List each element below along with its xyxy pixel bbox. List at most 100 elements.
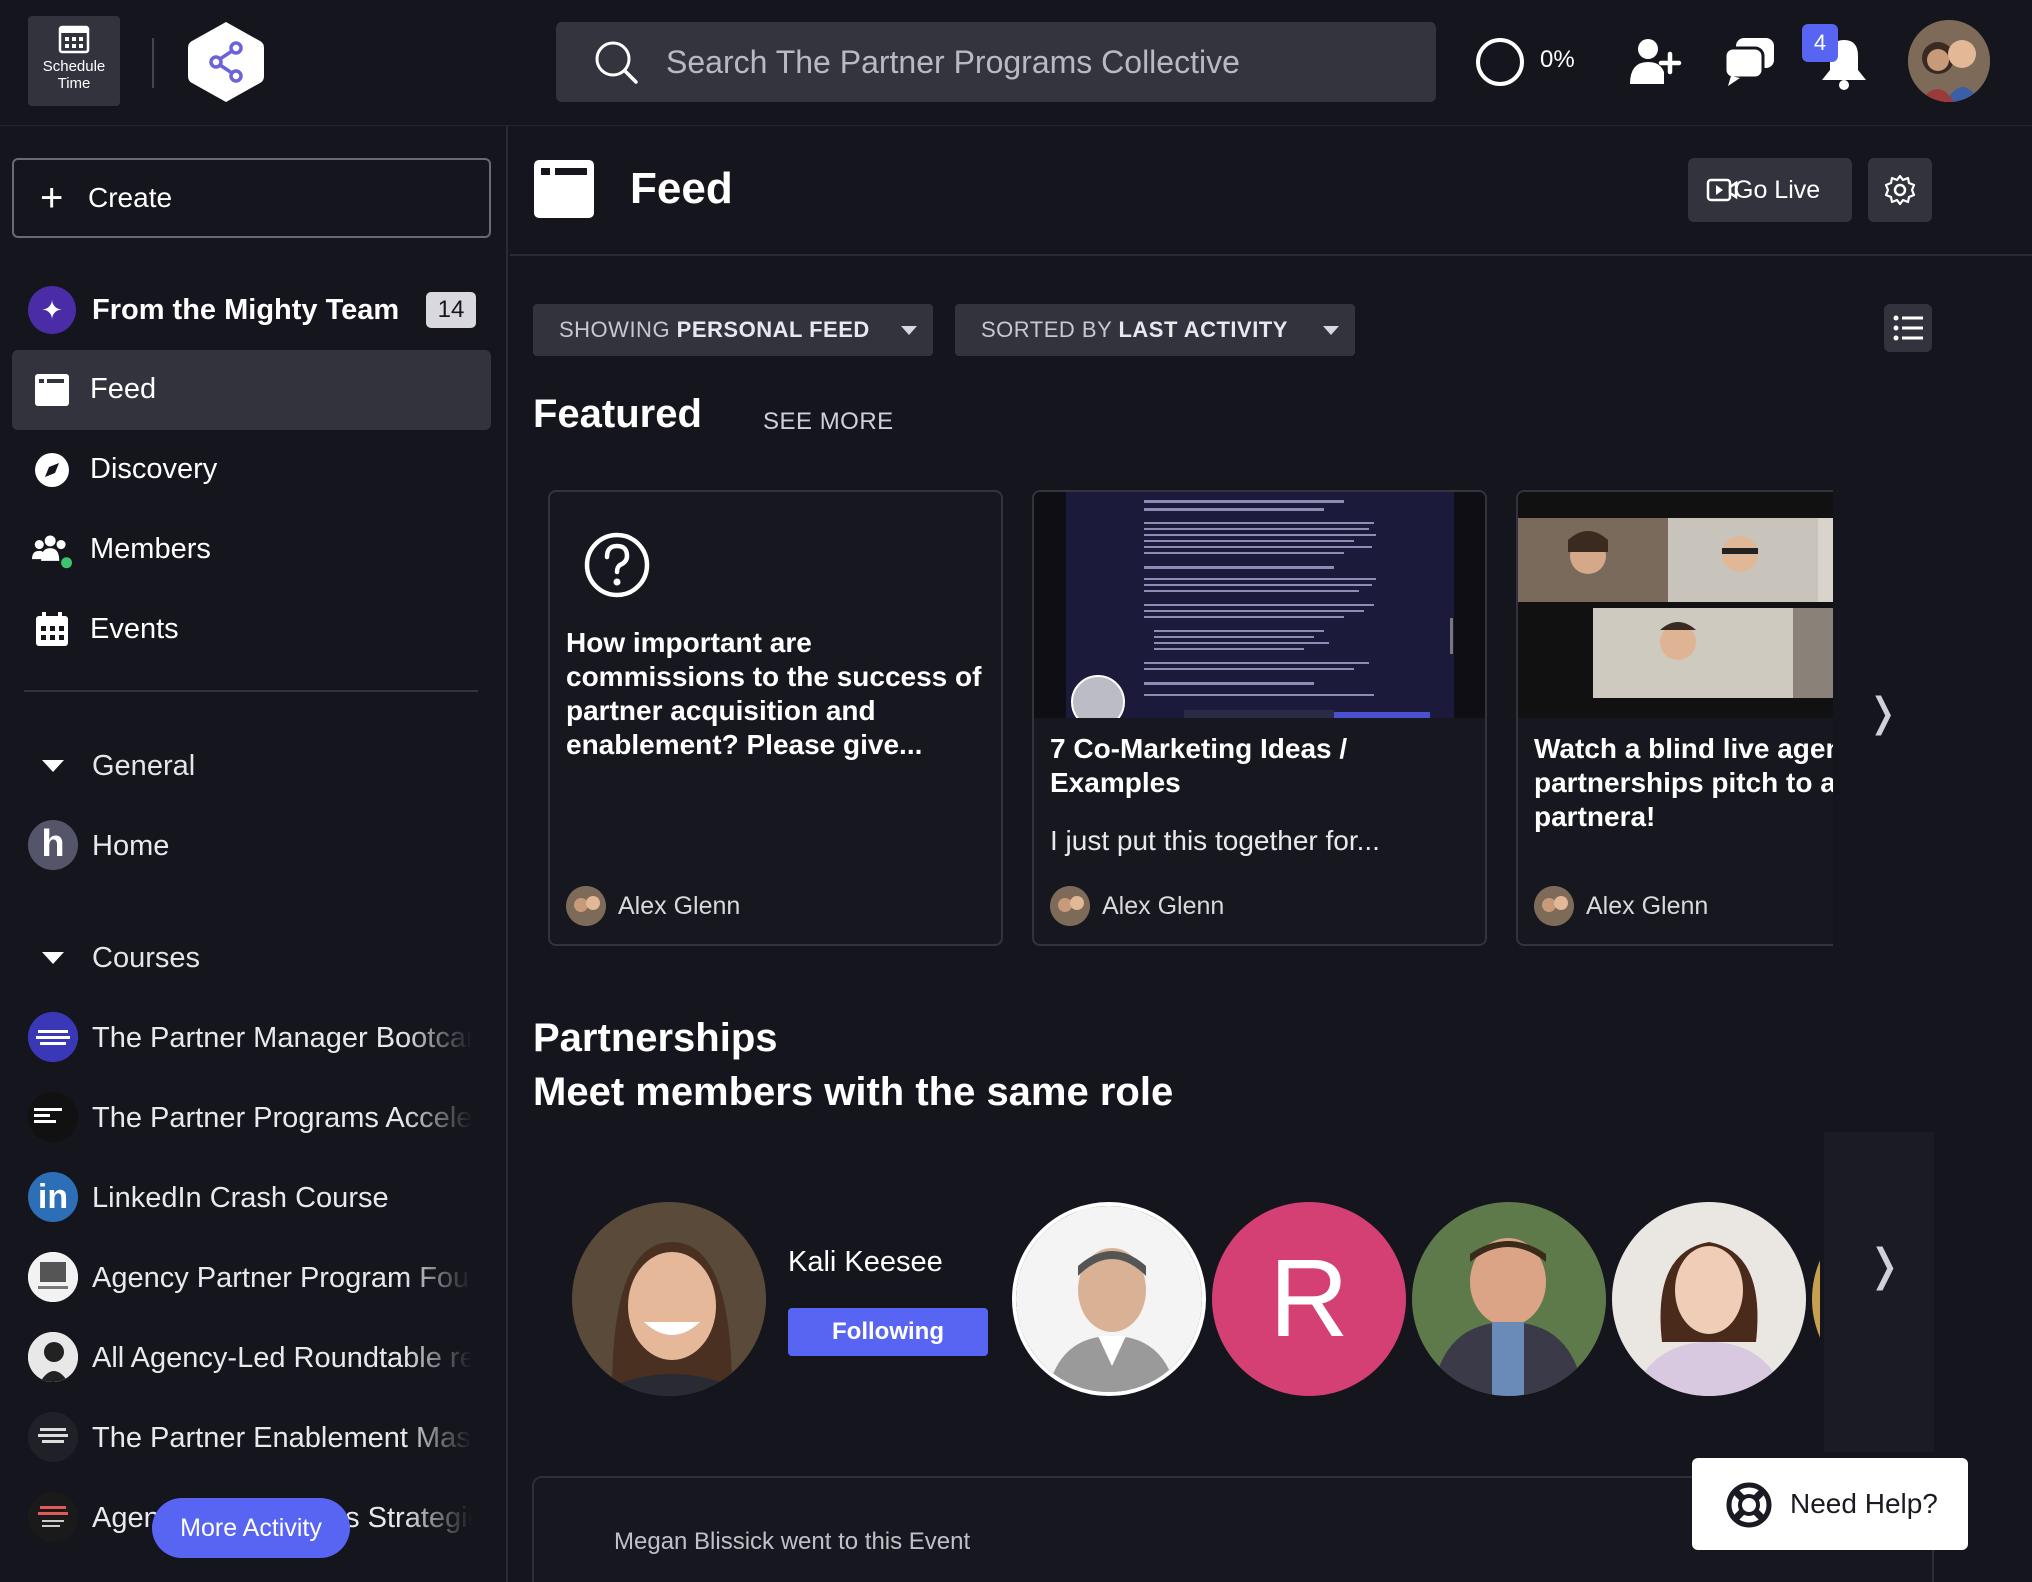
sidebar-item-course[interactable]: Agency Partner Program Foundations [28, 1252, 498, 1304]
list-view-button[interactable] [1884, 304, 1932, 352]
sidebar-item-label: The Partner Manager Bootcamp [92, 1022, 472, 1054]
author-avatar [566, 886, 606, 926]
sidebar-item-label: All Agency-Led Roundtable recordings [92, 1342, 472, 1374]
filter-prefix: SHOWING [559, 317, 677, 342]
caret-down-icon [42, 760, 64, 772]
sidebar-item-course[interactable]: The Partner Programs Accelerator [28, 1092, 498, 1144]
sidebar-item-course[interactable]: in LinkedIn Crash Course [28, 1172, 498, 1224]
sidebar-item-events[interactable]: Events [12, 590, 491, 670]
question-icon [584, 532, 650, 598]
progress-percent: 0% [1540, 46, 1575, 73]
lifebuoy-icon [1726, 1482, 1772, 1528]
section-label: Courses [92, 942, 200, 974]
chevron-right-icon[interactable]: ❭ [1866, 1240, 1903, 1291]
need-help-label: Need Help? [1790, 1488, 1938, 1519]
member-avatar[interactable] [1812, 1202, 1820, 1396]
need-help-button[interactable]: Need Help? [1692, 1458, 1968, 1550]
author-avatar [1050, 886, 1090, 926]
card-title: Watch a blind live agency partnerships p… [1534, 733, 1833, 832]
user-avatar-image [1908, 20, 1990, 102]
share-logo-icon[interactable] [186, 20, 266, 104]
create-label: Create [88, 182, 173, 213]
course-avatar [28, 1252, 78, 1302]
partnerships-subheading: Meet members with the same role [533, 1070, 1174, 1114]
member-avatar[interactable] [1412, 1202, 1606, 1396]
divider [24, 690, 478, 692]
sidebar-item-label: The Partner Programs Accelerator [92, 1102, 472, 1134]
sidebar-item-discovery[interactable]: Discovery [12, 430, 491, 510]
member-avatar[interactable] [1012, 1202, 1206, 1396]
members-icon [32, 535, 72, 569]
author-name: Alex Glenn [1102, 892, 1225, 920]
card-thumbnail [1518, 492, 1833, 718]
caret-down-icon [1323, 326, 1339, 335]
search-bar[interactable] [556, 22, 1436, 102]
featured-heading: Featured [533, 392, 702, 436]
sort-prefix: SORTED BY [981, 317, 1119, 342]
featured-card[interactable]: How important are commissions to the suc… [548, 490, 1003, 946]
sidebar-item-course[interactable]: The Partner Manager Bootcamp [28, 1012, 498, 1064]
page-title: Feed [630, 164, 733, 213]
member-avatar-initial[interactable]: R [1212, 1202, 1406, 1396]
following-button[interactable]: Following [788, 1308, 988, 1356]
go-live-button[interactable]: Go Live [1688, 158, 1852, 222]
plus-icon: + [40, 176, 64, 220]
course-avatar [28, 1412, 78, 1462]
mighty-team-label: From the Mighty Team [92, 294, 400, 326]
top-bar: Schedule Time 0% 4 [0, 0, 2032, 126]
user-avatar[interactable] [1908, 20, 1990, 102]
gear-icon [1884, 174, 1916, 206]
sidebar-item-course[interactable]: The Partner Enablement Masterclass [28, 1412, 498, 1464]
sidebar-item-label: Members [90, 533, 211, 565]
compass-icon [35, 453, 69, 487]
sort-value: LAST ACTIVITY [1118, 317, 1288, 342]
sidebar-item-members[interactable]: Members [12, 510, 491, 590]
schedule-time-button[interactable]: Schedule Time [28, 16, 120, 106]
featured-carousel: How important are commissions to the suc… [548, 490, 1833, 948]
main-header: Feed Go Live [510, 126, 2032, 256]
sidebar-item-label: Feed [90, 373, 157, 405]
sidebar-item-label: Home [92, 830, 170, 862]
sidebar-item-course[interactable]: All Agency-Led Roundtable recordings [28, 1332, 498, 1384]
partnerships-heading: Partnerships [533, 1016, 778, 1060]
progress-ring-icon[interactable] [1474, 36, 1526, 88]
card-title: How important are commissions to the suc… [566, 627, 982, 760]
add-user-icon[interactable] [1626, 34, 1682, 90]
chat-icon[interactable] [1722, 34, 1778, 90]
course-avatar [28, 1492, 78, 1542]
caret-down-icon [42, 952, 64, 964]
chevron-right-icon[interactable]: ❭ [1866, 690, 1900, 736]
create-button[interactable]: + Create [12, 158, 491, 238]
members-carousel: Kali Keesee Following R [560, 1200, 1820, 1400]
sidebar-item-label: Events [90, 613, 179, 645]
course-avatar [28, 1092, 78, 1142]
featured-card[interactable]: Watch a blind live agency partnerships p… [1516, 490, 1833, 946]
feed-filter-dropdown[interactable]: SHOWING PERSONAL FEED [533, 304, 933, 356]
card-title: 7 Co-Marketing Ideas / Examples [1050, 733, 1348, 798]
see-more-link[interactable]: SEE MORE [763, 408, 894, 436]
author-name: Alex Glenn [1586, 892, 1709, 920]
feed-icon [534, 160, 594, 218]
member-name[interactable]: Kali Keesee [788, 1246, 943, 1279]
list-icon [1893, 315, 1923, 341]
sidebar-item-feed[interactable]: Feed [12, 350, 491, 430]
settings-button[interactable] [1868, 158, 1932, 222]
sidebar-item-home[interactable]: h Home [28, 820, 498, 872]
member-avatar[interactable] [572, 1202, 766, 1396]
feed-icon [35, 374, 69, 406]
author-avatar [1534, 886, 1574, 926]
sidebar-item-label: Agency Partner Program Foundations [92, 1262, 472, 1294]
home-avatar: h [28, 820, 78, 870]
author-name: Alex Glenn [618, 892, 741, 920]
member-avatar[interactable] [1612, 1202, 1806, 1396]
featured-card[interactable]: 7 Co-Marketing Ideas / Examples I just p… [1032, 490, 1487, 946]
sidebar: + Create ✦ From the Mighty Team 14 Feed … [0, 126, 508, 1582]
calendar-icon [58, 25, 90, 54]
mighty-team-item[interactable]: ✦ From the Mighty Team 14 [28, 286, 478, 334]
sort-dropdown[interactable]: SORTED BY LAST ACTIVITY [955, 304, 1355, 356]
search-input[interactable] [666, 22, 1406, 102]
more-activity-button[interactable]: More Activity [152, 1498, 350, 1558]
calendar-icon [36, 612, 68, 646]
sidebar-item-label: Discovery [90, 453, 218, 485]
divider [152, 38, 154, 88]
